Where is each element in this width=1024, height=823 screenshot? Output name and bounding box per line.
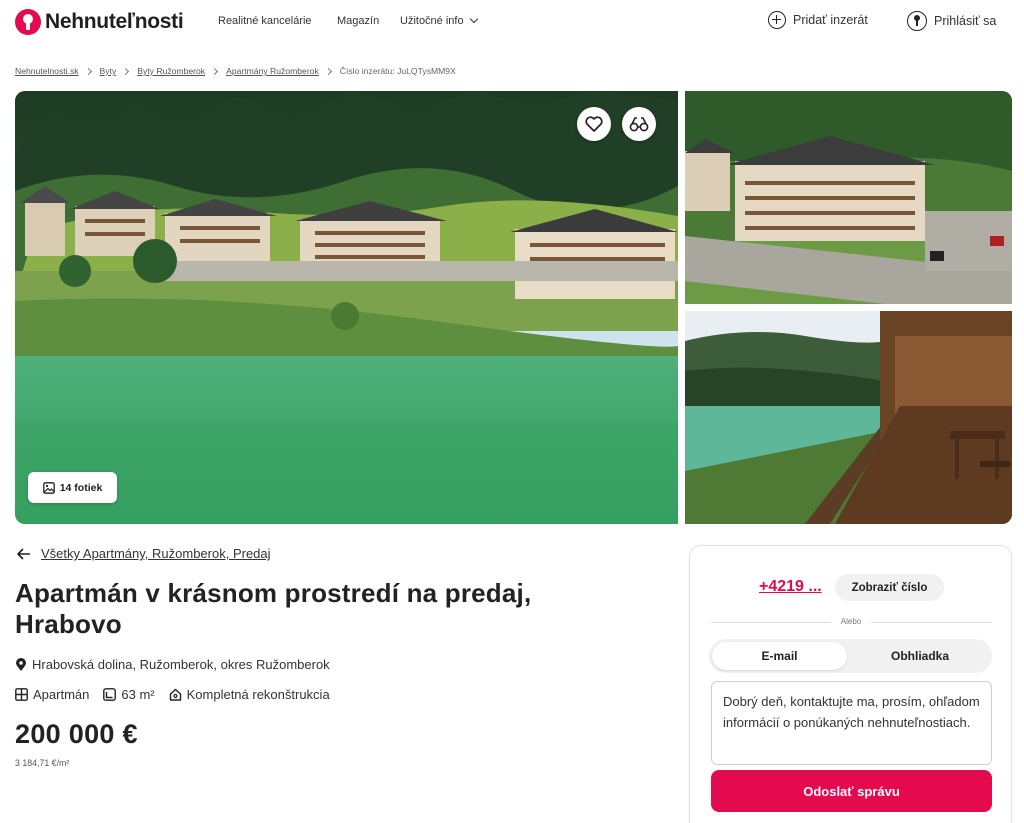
back-link-label: Všetky Apartmány, Ružomberok, Predaj xyxy=(41,546,271,561)
grid-icon xyxy=(15,688,28,701)
contact-card: +4219 ... Zobraziť číslo Alebo E-mail Ob… xyxy=(689,545,1012,823)
main-photo[interactable]: 14 fotiek xyxy=(15,91,678,524)
feature-area: 63 m² xyxy=(103,687,155,702)
logo-icon xyxy=(15,9,41,35)
login-button[interactable]: Prihlásiť sa xyxy=(907,11,996,31)
location-text: Hrabovská dolina, Ružomberok, okres Ružo… xyxy=(32,657,330,672)
feature-condition-label: Kompletná rekonštrukcia xyxy=(186,687,330,702)
heart-icon xyxy=(585,116,603,132)
price: 200 000 € xyxy=(15,719,138,749)
side-photo-1[interactable] xyxy=(685,91,1012,304)
or-label: Alebo xyxy=(831,617,871,626)
plus-circle-icon xyxy=(768,11,786,29)
location-pin-icon xyxy=(16,657,26,671)
nav-item-agencies[interactable]: Realitné kancelárie xyxy=(218,15,312,27)
chevron-right-icon xyxy=(84,67,92,75)
send-message-button[interactable]: Odoslať správu xyxy=(711,770,992,812)
side-photo-2[interactable] xyxy=(685,311,1012,524)
nav-item-useful-info[interactable]: Užitočné info xyxy=(400,14,478,27)
feature-area-label: 63 m² xyxy=(121,687,155,702)
compare-icon xyxy=(629,117,649,132)
breadcrumb-home[interactable]: Nehnutelnosti.sk xyxy=(15,66,79,76)
image-icon xyxy=(42,481,55,494)
phone-number[interactable]: +4219 ... xyxy=(759,578,822,596)
back-link[interactable]: Všetky Apartmány, Ružomberok, Predaj xyxy=(17,546,271,561)
chevron-right-icon xyxy=(122,67,130,75)
chevron-right-icon xyxy=(211,67,219,75)
chevron-right-icon xyxy=(324,67,332,75)
location: Hrabovská dolina, Ružomberok, okres Ružo… xyxy=(15,657,330,672)
side-photo-2-image xyxy=(685,311,1012,524)
photo-count-label: 14 fotiek xyxy=(59,481,103,494)
price-per-m2: 3 184,71 €/m² xyxy=(15,758,70,768)
add-listing-label: Pridať inzerát xyxy=(793,13,868,27)
listing-id: Číslo inzerátu: JuLQTysMM9X xyxy=(339,66,456,76)
area-icon xyxy=(103,688,117,701)
main-photo-image xyxy=(15,91,678,524)
header: Nehnuteľnosti Realitné kancelárie Magazí… xyxy=(0,0,1024,44)
contact-tabs: E-mail Obhliadka xyxy=(709,639,992,673)
show-number-button[interactable]: Zobraziť číslo xyxy=(835,574,944,601)
feature-type: Apartmán xyxy=(15,687,89,702)
compare-button[interactable] xyxy=(622,107,656,141)
feature-type-label: Apartmán xyxy=(33,687,90,702)
breadcrumb-apartments-city[interactable]: Apartmány Ružomberok xyxy=(226,66,319,76)
breadcrumb-flats-city[interactable]: Byty Ružomberok xyxy=(137,66,205,76)
user-lock-icon xyxy=(907,11,927,31)
home-icon xyxy=(169,688,181,701)
logo[interactable]: Nehnuteľnosti xyxy=(15,9,184,35)
logo-text: Nehnuteľnosti xyxy=(45,10,184,33)
chevron-down-icon xyxy=(469,14,478,24)
tab-email[interactable]: E-mail xyxy=(712,642,847,670)
tab-viewing[interactable]: Obhliadka xyxy=(851,642,989,670)
nav-item-magazine[interactable]: Magazín xyxy=(337,15,379,27)
page-title: Apartmán v krásnom prostredí na predaj, … xyxy=(15,578,532,639)
add-listing-button[interactable]: Pridať inzerát xyxy=(768,11,868,29)
favorite-button[interactable] xyxy=(577,107,611,141)
features: Apartmán 63 m² Kompletná rekonštrukcia xyxy=(15,687,344,702)
breadcrumb-flats[interactable]: Byty xyxy=(100,66,117,76)
arrow-left-icon xyxy=(17,547,30,560)
login-label: Prihlásiť sa xyxy=(934,14,997,28)
feature-condition: Kompletná rekonštrukcia xyxy=(169,687,330,702)
breadcrumb: Nehnutelnosti.sk Byty Byty Ružomberok Ap… xyxy=(15,66,456,76)
photo-count-button[interactable]: 14 fotiek xyxy=(28,472,117,503)
nav-item-useful-info-label: Užitočné info xyxy=(400,15,464,27)
side-photo-1-image xyxy=(685,91,1012,304)
message-field[interactable]: Dobrý deň, kontaktujte ma, prosím, ohľad… xyxy=(711,681,992,765)
